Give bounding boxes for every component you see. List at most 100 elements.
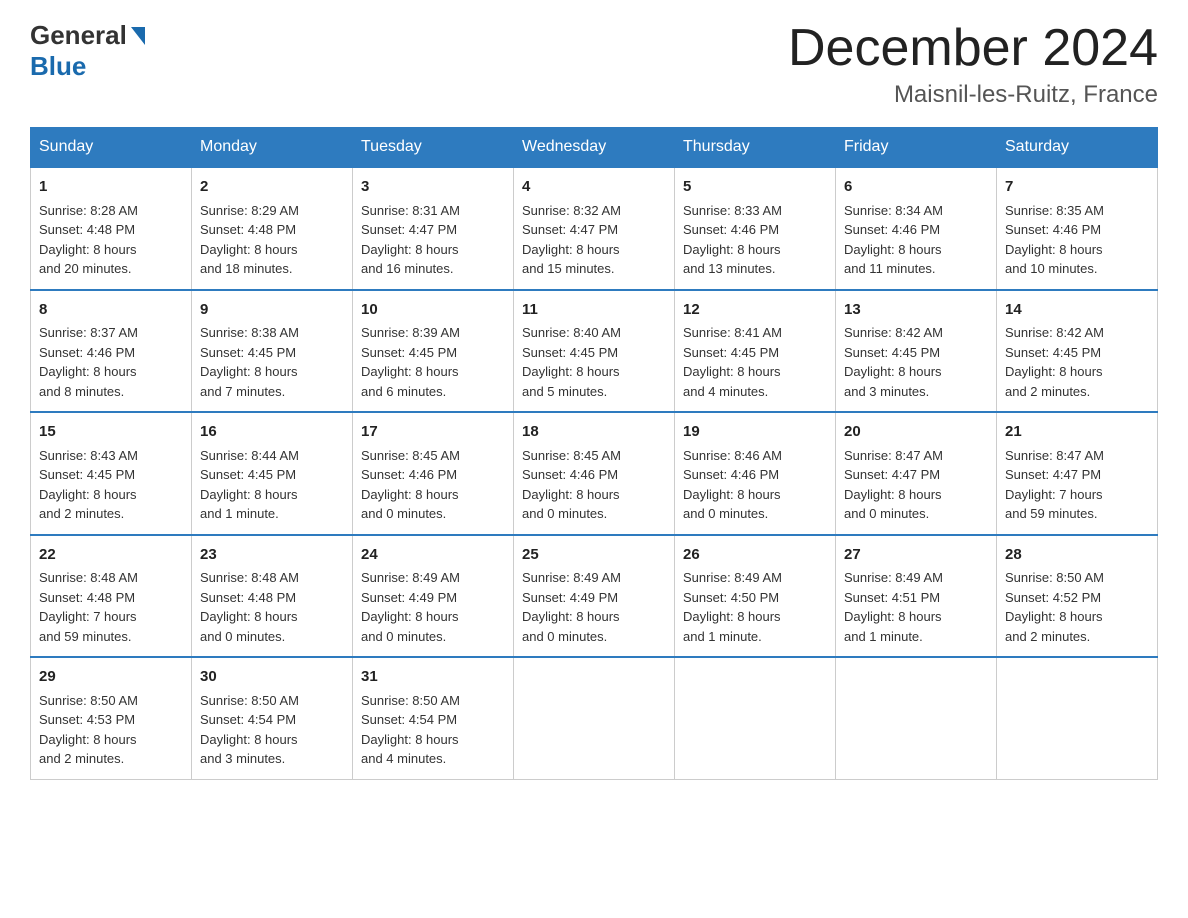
day-info: Sunset: 4:54 PM bbox=[361, 710, 505, 730]
calendar-cell: 20Sunrise: 8:47 AMSunset: 4:47 PMDayligh… bbox=[836, 412, 997, 535]
day-info: Daylight: 8 hours bbox=[683, 240, 827, 260]
day-info: Sunrise: 8:42 AM bbox=[844, 323, 988, 343]
calendar-cell: 22Sunrise: 8:48 AMSunset: 4:48 PMDayligh… bbox=[31, 535, 192, 658]
day-info: and 20 minutes. bbox=[39, 259, 183, 279]
day-info: Sunset: 4:45 PM bbox=[361, 343, 505, 363]
day-info: Sunset: 4:51 PM bbox=[844, 588, 988, 608]
day-info: Daylight: 8 hours bbox=[683, 485, 827, 505]
day-number: 27 bbox=[844, 544, 988, 567]
calendar-cell: 30Sunrise: 8:50 AMSunset: 4:54 PMDayligh… bbox=[192, 657, 353, 779]
logo: General Blue bbox=[30, 20, 145, 82]
day-info: Sunrise: 8:40 AM bbox=[522, 323, 666, 343]
day-number: 18 bbox=[522, 421, 666, 444]
calendar-cell: 6Sunrise: 8:34 AMSunset: 4:46 PMDaylight… bbox=[836, 167, 997, 290]
day-info: Sunset: 4:50 PM bbox=[683, 588, 827, 608]
day-info: Sunset: 4:46 PM bbox=[522, 465, 666, 485]
day-info: Sunrise: 8:45 AM bbox=[522, 446, 666, 466]
calendar-week-row: 29Sunrise: 8:50 AMSunset: 4:53 PMDayligh… bbox=[31, 657, 1158, 779]
day-number: 26 bbox=[683, 544, 827, 567]
day-info: Daylight: 8 hours bbox=[844, 240, 988, 260]
header-saturday: Saturday bbox=[997, 128, 1158, 168]
day-info: Sunset: 4:46 PM bbox=[39, 343, 183, 363]
day-info: Sunrise: 8:49 AM bbox=[361, 568, 505, 588]
day-info: Sunset: 4:48 PM bbox=[39, 588, 183, 608]
day-number: 24 bbox=[361, 544, 505, 567]
page-header: General Blue December 2024 Maisnil-les-R… bbox=[30, 20, 1158, 109]
day-info: and 59 minutes. bbox=[39, 627, 183, 647]
day-info: Daylight: 8 hours bbox=[361, 240, 505, 260]
day-info: Daylight: 8 hours bbox=[683, 362, 827, 382]
day-info: and 15 minutes. bbox=[522, 259, 666, 279]
calendar-week-row: 8Sunrise: 8:37 AMSunset: 4:46 PM Daylight… bbox=[31, 290, 1158, 413]
day-info: Sunset: 4:48 PM bbox=[200, 588, 344, 608]
calendar-cell: 7Sunrise: 8:35 AMSunset: 4:46 PMDaylight… bbox=[997, 167, 1158, 290]
day-info: Daylight: 8 hours bbox=[361, 730, 505, 750]
header-tuesday: Tuesday bbox=[353, 128, 514, 168]
day-number: 19 bbox=[683, 421, 827, 444]
calendar-week-row: 22Sunrise: 8:48 AMSunset: 4:48 PMDayligh… bbox=[31, 535, 1158, 658]
day-info: Daylight: 8 hours bbox=[361, 607, 505, 627]
day-info: Daylight: 8 hours bbox=[1005, 240, 1149, 260]
day-info: Sunset: 4:46 PM bbox=[683, 220, 827, 240]
day-number: 7 bbox=[1005, 176, 1149, 199]
day-info: and 18 minutes. bbox=[200, 259, 344, 279]
day-info: and 10 minutes. bbox=[1005, 259, 1149, 279]
day-number: 2 bbox=[200, 176, 344, 199]
day-info: and 7 minutes. bbox=[200, 382, 344, 402]
day-info: and 0 minutes. bbox=[522, 504, 666, 524]
day-info: Sunset: 4:46 PM bbox=[1005, 220, 1149, 240]
location-title: Maisnil-les-Ruitz, France bbox=[788, 81, 1158, 109]
day-info: Daylight: 7 hours bbox=[1005, 485, 1149, 505]
day-info: Daylight: 8 hours bbox=[200, 607, 344, 627]
day-info: and 4 minutes. bbox=[683, 382, 827, 402]
calendar-cell: 9Sunrise: 8:38 AMSunset: 4:45 PMDaylight… bbox=[192, 290, 353, 413]
day-info: Sunrise: 8:44 AM bbox=[200, 446, 344, 466]
day-info: Daylight: 8 hours bbox=[361, 485, 505, 505]
logo-blue-text: Blue bbox=[30, 51, 86, 82]
day-info: Sunrise: 8:38 AM bbox=[200, 323, 344, 343]
calendar-cell: 31Sunrise: 8:50 AMSunset: 4:54 PMDayligh… bbox=[353, 657, 514, 779]
day-info: Daylight: 8 hours bbox=[522, 485, 666, 505]
day-info: Daylight: 8 hours bbox=[522, 607, 666, 627]
day-info: and 2 minutes. bbox=[39, 504, 183, 524]
day-info: and 0 minutes. bbox=[200, 627, 344, 647]
day-info: Daylight: 8 hours bbox=[39, 485, 183, 505]
day-info: and 5 minutes. bbox=[522, 382, 666, 402]
day-info: Sunset: 4:45 PM bbox=[39, 465, 183, 485]
day-info: Daylight: 8 hours bbox=[844, 362, 988, 382]
day-info: Sunrise: 8:35 AM bbox=[1005, 201, 1149, 221]
day-info: Sunset: 4:48 PM bbox=[39, 220, 183, 240]
day-info: Sunrise: 8:48 AM bbox=[39, 568, 183, 588]
day-info: Sunrise: 8:45 AM bbox=[361, 446, 505, 466]
calendar-cell: 15Sunrise: 8:43 AMSunset: 4:45 PMDayligh… bbox=[31, 412, 192, 535]
calendar-cell: 16Sunrise: 8:44 AMSunset: 4:45 PMDayligh… bbox=[192, 412, 353, 535]
day-info: Sunrise: 8:34 AM bbox=[844, 201, 988, 221]
day-info: and 11 minutes. bbox=[844, 259, 988, 279]
day-number: 15 bbox=[39, 421, 183, 444]
day-number: 8 bbox=[39, 299, 183, 322]
day-info: Daylight: 8 hours bbox=[683, 607, 827, 627]
day-info: and 8 minutes. bbox=[39, 382, 183, 402]
day-info: Sunrise: 8:50 AM bbox=[361, 691, 505, 711]
day-info: and 16 minutes. bbox=[361, 259, 505, 279]
day-number: 1 bbox=[39, 176, 183, 199]
calendar-cell: 17Sunrise: 8:45 AMSunset: 4:46 PMDayligh… bbox=[353, 412, 514, 535]
day-info: Daylight: 8 hours bbox=[522, 240, 666, 260]
day-info: and 0 minutes. bbox=[361, 504, 505, 524]
calendar-cell: 25Sunrise: 8:49 AMSunset: 4:49 PMDayligh… bbox=[514, 535, 675, 658]
day-info: Sunset: 4:54 PM bbox=[200, 710, 344, 730]
day-number: 13 bbox=[844, 299, 988, 322]
day-info: and 0 minutes. bbox=[683, 504, 827, 524]
day-info: Sunset: 4:52 PM bbox=[1005, 588, 1149, 608]
day-info: Sunset: 4:49 PM bbox=[361, 588, 505, 608]
day-info: Daylight: 8 hours bbox=[200, 730, 344, 750]
calendar-cell: 14Sunrise: 8:42 AMSunset: 4:45 PMDayligh… bbox=[997, 290, 1158, 413]
calendar-cell: 28Sunrise: 8:50 AMSunset: 4:52 PMDayligh… bbox=[997, 535, 1158, 658]
calendar-cell: 4Sunrise: 8:32 AMSunset: 4:47 PMDaylight… bbox=[514, 167, 675, 290]
calendar-cell: 1Sunrise: 8:28 AMSunset: 4:48 PMDaylight… bbox=[31, 167, 192, 290]
day-info: Sunset: 4:45 PM bbox=[844, 343, 988, 363]
day-info: Sunrise: 8:32 AM bbox=[522, 201, 666, 221]
calendar-header-row: SundayMondayTuesdayWednesdayThursdayFrid… bbox=[31, 128, 1158, 168]
day-info: Sunrise: 8:37 AM bbox=[39, 323, 183, 343]
day-info: Sunrise: 8:41 AM bbox=[683, 323, 827, 343]
